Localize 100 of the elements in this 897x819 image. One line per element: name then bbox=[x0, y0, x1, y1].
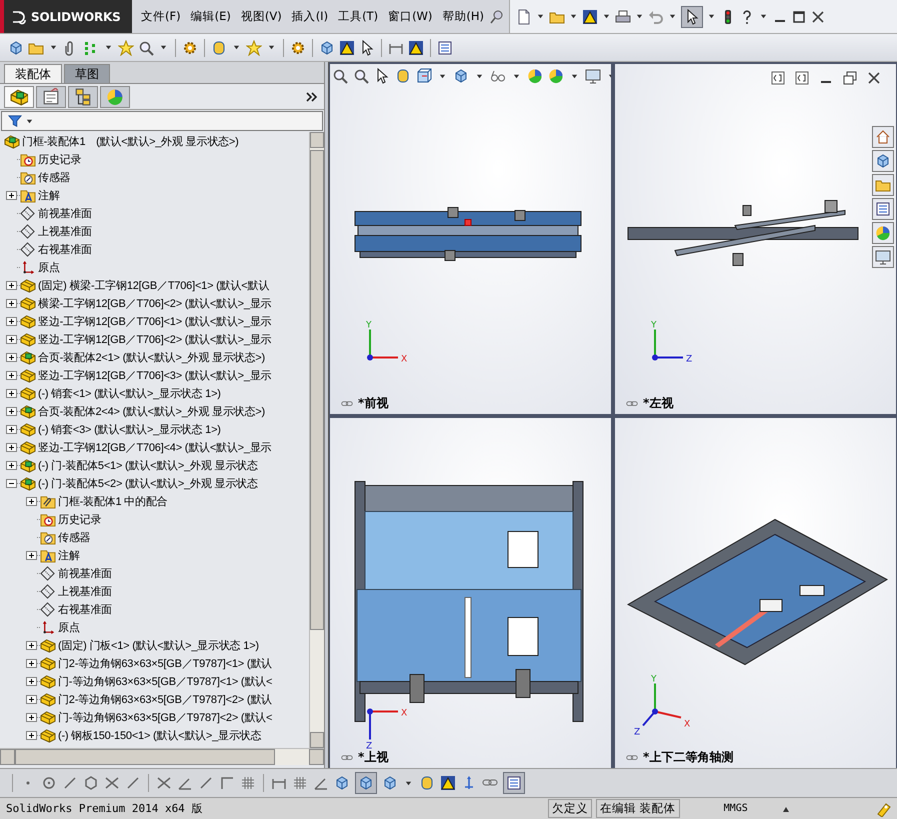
tree-item[interactable]: 前视基准面 bbox=[38, 206, 92, 220]
expand-box[interactable] bbox=[6, 388, 17, 398]
tile-icon[interactable] bbox=[794, 70, 810, 86]
tile-icon[interactable] bbox=[770, 70, 786, 86]
menu-item[interactable]: 文件(F) bbox=[136, 9, 186, 24]
collapse-box[interactable] bbox=[6, 478, 17, 488]
zoom-icon[interactable] bbox=[138, 40, 154, 56]
trim-icon[interactable] bbox=[156, 775, 172, 791]
part-icon[interactable] bbox=[40, 638, 56, 652]
rebuild-warning-icon[interactable] bbox=[582, 8, 598, 24]
cube-icon[interactable] bbox=[453, 68, 469, 84]
task-pane-tab[interactable] bbox=[872, 246, 894, 268]
part-icon[interactable] bbox=[20, 422, 36, 436]
gear-icon[interactable] bbox=[290, 40, 306, 56]
expand-box[interactable] bbox=[26, 712, 37, 722]
caret-icon[interactable] bbox=[669, 13, 676, 20]
trim-icon[interactable] bbox=[104, 775, 120, 791]
assembly-icon[interactable] bbox=[20, 476, 36, 490]
expand-box[interactable] bbox=[6, 316, 17, 326]
sensor-folder-icon[interactable] bbox=[20, 170, 36, 184]
tree-item[interactable]: 竖边-工字钢12[GB／T706]<1> (默认<默认>_显示 bbox=[38, 314, 272, 328]
part-icon[interactable] bbox=[20, 368, 36, 382]
caret-icon[interactable] bbox=[570, 13, 578, 20]
expand-box[interactable] bbox=[6, 352, 17, 362]
sensor-folder-icon[interactable] bbox=[40, 530, 56, 544]
printer-icon[interactable] bbox=[615, 8, 632, 24]
tree-item[interactable]: 历史记录 bbox=[38, 152, 82, 166]
part-icon[interactable] bbox=[40, 710, 56, 724]
expand-box[interactable] bbox=[6, 442, 17, 452]
tree-item[interactable]: 注解 bbox=[38, 188, 60, 202]
new-document-icon[interactable] bbox=[516, 8, 532, 24]
part-icon[interactable] bbox=[40, 674, 56, 688]
assembly-icon[interactable] bbox=[20, 350, 36, 364]
assembly-icon[interactable] bbox=[20, 404, 36, 418]
line-icon[interactable] bbox=[125, 775, 141, 791]
task-pane-tab[interactable] bbox=[872, 150, 894, 172]
panel-splitter[interactable] bbox=[325, 62, 329, 768]
zoom-icon[interactable] bbox=[353, 68, 369, 84]
expand-box[interactable] bbox=[26, 694, 37, 704]
caret-icon[interactable] bbox=[50, 44, 57, 51]
task-pane-tab[interactable] bbox=[872, 174, 894, 196]
expand-box[interactable] bbox=[26, 550, 37, 560]
rebuild-warning-icon[interactable] bbox=[339, 40, 355, 56]
plane-icon[interactable] bbox=[40, 584, 56, 598]
tree-item[interactable]: 前视基准面 bbox=[58, 566, 112, 580]
assembly-icon[interactable] bbox=[4, 134, 20, 148]
expand-box[interactable] bbox=[6, 280, 17, 290]
expand-box[interactable] bbox=[26, 658, 37, 668]
annotation-folder-icon[interactable] bbox=[40, 548, 56, 562]
line-icon[interactable] bbox=[198, 775, 214, 791]
manager-tab[interactable] bbox=[68, 86, 98, 108]
expand-box[interactable] bbox=[26, 496, 37, 506]
task-pane-tab[interactable] bbox=[872, 198, 894, 220]
tree-item[interactable]: 右视基准面 bbox=[38, 242, 92, 256]
tree-item[interactable]: (-) 销套<3> (默认<默认>_显示状态 1>) bbox=[38, 422, 221, 436]
list-icon[interactable] bbox=[437, 40, 453, 56]
caret-icon[interactable] bbox=[760, 13, 768, 20]
expand-box[interactable] bbox=[6, 334, 17, 344]
history-folder-icon[interactable] bbox=[40, 512, 56, 526]
corner-icon[interactable] bbox=[219, 775, 235, 791]
manager-tab[interactable] bbox=[100, 86, 130, 108]
caret-icon[interactable] bbox=[537, 13, 544, 20]
restore-icon[interactable] bbox=[842, 70, 858, 86]
plane-icon[interactable] bbox=[40, 566, 56, 580]
part-icon[interactable] bbox=[20, 314, 36, 328]
caret-icon[interactable] bbox=[105, 44, 112, 51]
tree-item[interactable]: 竖边-工字钢12[GB／T706]<3> (默认<默认>_显示 bbox=[38, 368, 272, 382]
caret-icon[interactable] bbox=[476, 72, 483, 80]
graphics-viewport[interactable]: Y Z *左视 bbox=[615, 64, 896, 414]
panel-tab[interactable]: 装配体 bbox=[4, 64, 62, 83]
expand-box[interactable] bbox=[6, 298, 17, 308]
tree-item[interactable]: 原点 bbox=[38, 260, 60, 274]
graphics-viewport[interactable]: X Z *上视 bbox=[330, 418, 611, 768]
appearance-sphere-icon[interactable] bbox=[548, 68, 564, 84]
tree-item[interactable]: 横梁-工字钢12[GB／T706]<2> (默认<默认>_显示 bbox=[38, 296, 272, 310]
plane-icon[interactable] bbox=[20, 224, 36, 238]
task-pane-tab[interactable] bbox=[872, 126, 894, 148]
expand-box[interactable] bbox=[6, 406, 17, 416]
expand-box[interactable] bbox=[26, 730, 37, 740]
task-pane-tab[interactable] bbox=[872, 222, 894, 244]
filter-field[interactable] bbox=[1, 111, 323, 131]
tree-item[interactable]: 门-等边角钢63×63×5[GB／T9787]<2> (默认< bbox=[58, 710, 272, 724]
origin-icon[interactable] bbox=[40, 620, 56, 634]
menu-item[interactable]: 视图(V) bbox=[236, 9, 287, 24]
tree-item[interactable]: 历史记录 bbox=[58, 512, 102, 526]
part-icon[interactable] bbox=[40, 692, 56, 706]
horizontal-scrollbar[interactable] bbox=[0, 748, 324, 765]
plane-icon[interactable] bbox=[40, 602, 56, 616]
grid-icon[interactable] bbox=[292, 775, 308, 791]
appearance-sphere-icon[interactable] bbox=[527, 68, 543, 84]
history-folder-icon[interactable] bbox=[20, 152, 36, 166]
units-label[interactable]: MMGS bbox=[724, 803, 748, 814]
tree-item[interactable]: 竖边-工字钢12[GB／T706]<2> (默认<默认>_显示 bbox=[38, 332, 272, 346]
caret-icon[interactable] bbox=[603, 13, 610, 20]
expand-box[interactable] bbox=[26, 640, 37, 650]
tree-item[interactable]: 右视基准面 bbox=[58, 602, 112, 616]
tree-item[interactable]: 门2-等边角钢63×63×5[GB／T9787]<2> (默认 bbox=[58, 692, 272, 706]
expand-box[interactable] bbox=[6, 370, 17, 380]
star-icon[interactable] bbox=[118, 40, 134, 56]
caret-icon[interactable] bbox=[268, 44, 275, 51]
